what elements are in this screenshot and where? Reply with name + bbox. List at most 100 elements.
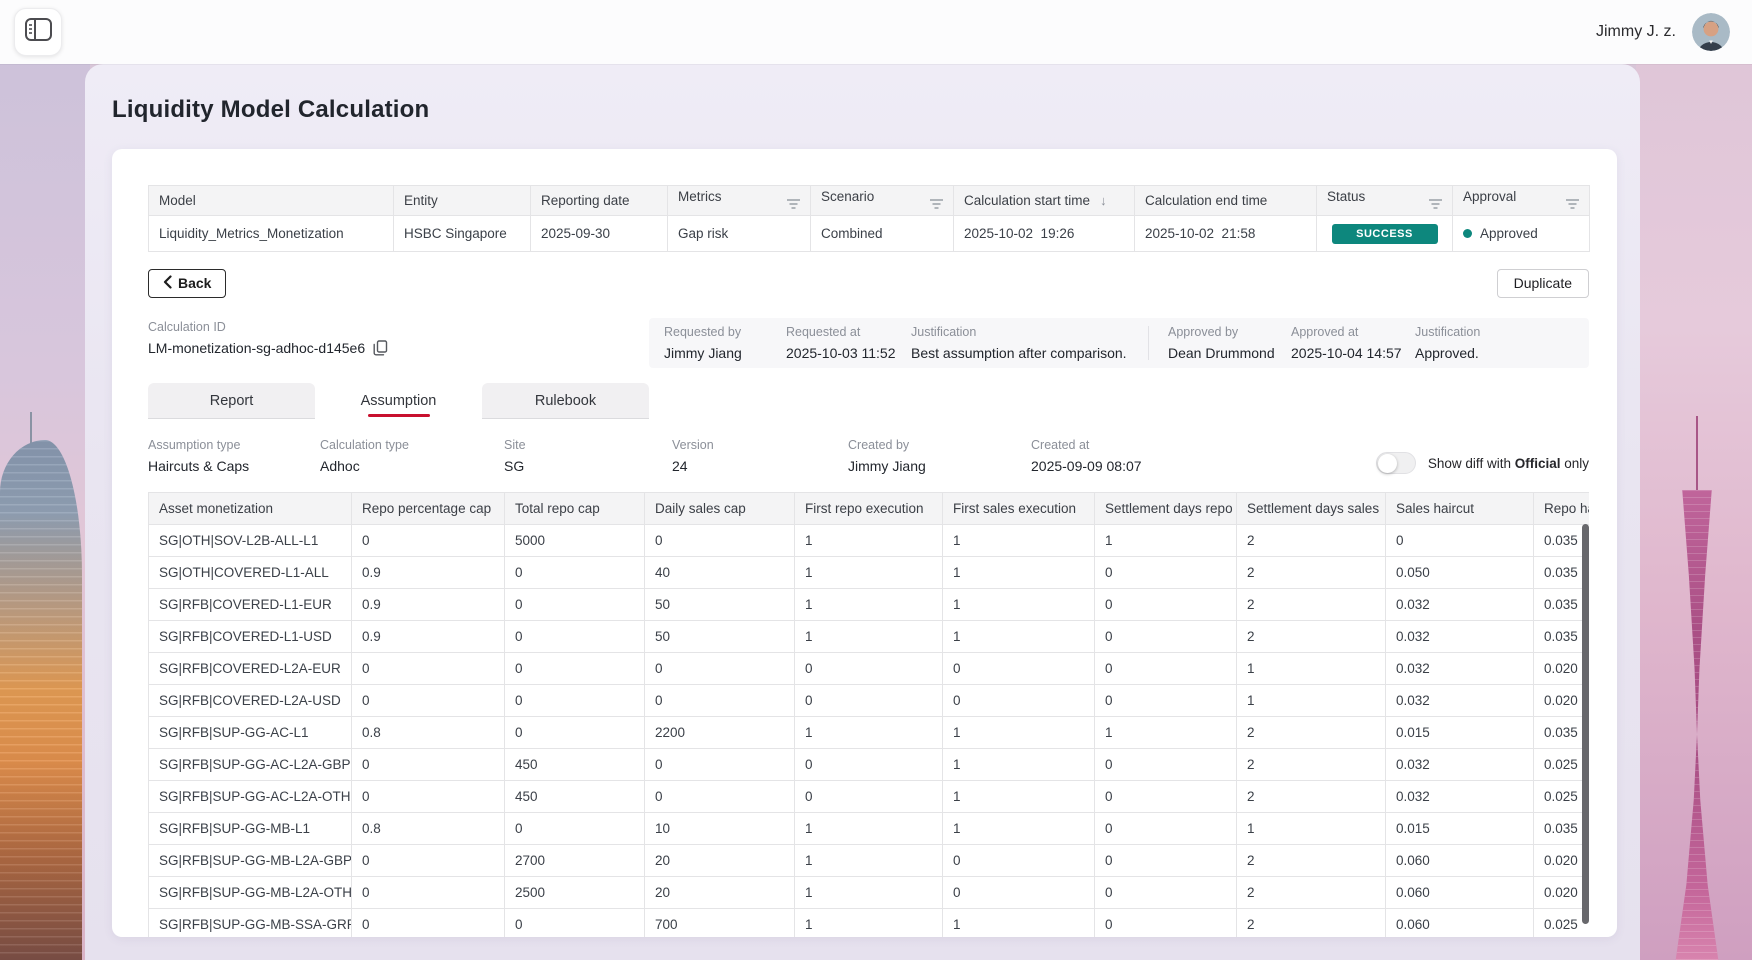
assumption-cell: SG|RFB|SUP-GG-AC-L2A-GBP <box>149 749 352 781</box>
assumption-cell: 0 <box>645 653 795 685</box>
assumption-cell: 1 <box>795 621 943 653</box>
assumption-column-header: Repo haircut <box>1534 493 1590 525</box>
assumption-column-header: Settlement days repo <box>1095 493 1237 525</box>
assumption-cell: 1 <box>795 557 943 589</box>
assumption-cell: SG|RFB|COVERED-L1-EUR <box>149 589 352 621</box>
assumption-cell: 0 <box>505 589 645 621</box>
assumption-cell: 1 <box>795 877 943 909</box>
avatar[interactable] <box>1692 13 1730 51</box>
assumption-cell: SG|RFB|SUP-GG-MB-L2A-GBP <box>149 845 352 877</box>
assumption-table: Asset monetizationRepo percentage capTot… <box>148 492 1589 937</box>
show-diff-toggle[interactable] <box>1376 452 1416 474</box>
assumption-cell: 0 <box>352 877 505 909</box>
background-photo-right <box>1636 56 1752 960</box>
tower-antenna <box>1696 416 1698 494</box>
copy-icon[interactable] <box>373 340 388 356</box>
assumption-cell: 0.020 <box>1534 653 1590 685</box>
assumption-cell: 0.035 <box>1534 717 1590 749</box>
assumption-cell: 2 <box>1237 557 1386 589</box>
summary-data-row[interactable]: Liquidity_Metrics_Monetization HSBC Sing… <box>149 216 1590 252</box>
site: Site SG <box>504 436 672 478</box>
assumption-cell: 0 <box>505 621 645 653</box>
duplicate-button[interactable]: Duplicate <box>1497 269 1589 298</box>
filter-icon[interactable] <box>1429 197 1442 212</box>
cell-status: SUCCESS <box>1317 216 1453 252</box>
cell-entity: HSBC Singapore <box>394 216 531 252</box>
approval-justification: Justification Approved. <box>1415 325 1490 361</box>
assumption-cell: 0.035 <box>1534 557 1590 589</box>
filter-icon[interactable] <box>1566 197 1579 212</box>
assumption-cell: 2 <box>1237 781 1386 813</box>
assumption-cell: 1 <box>943 557 1095 589</box>
assumption-cell: 0 <box>1095 749 1237 781</box>
assumption-cell: 0.035 <box>1534 621 1590 653</box>
vertical-scrollbar-thumb[interactable] <box>1582 524 1589 924</box>
assumption-cell: 0 <box>1095 845 1237 877</box>
assumption-cell: SG|OTH|COVERED-L1-ALL <box>149 557 352 589</box>
tab-rulebook[interactable]: Rulebook <box>482 383 649 419</box>
assumption-cell: 0 <box>505 557 645 589</box>
chevron-left-icon <box>163 275 172 292</box>
assumption-cell: SG|RFB|SUP-GG-AC-L1 <box>149 717 352 749</box>
assumption-cell: 0.8 <box>352 813 505 845</box>
actions-row: Back Duplicate <box>148 268 1589 298</box>
assumption-table-row: SG|RFB|SUP-GG-AC-L10.80220011120.0150.03… <box>149 717 1590 749</box>
assumption-cell: SG|RFB|COVERED-L2A-USD <box>149 685 352 717</box>
assumption-cell: 0.032 <box>1386 589 1534 621</box>
assumption-cell: 0.020 <box>1534 877 1590 909</box>
sidebar-toggle-button[interactable] <box>14 8 62 56</box>
assumption-cell: 1 <box>943 813 1095 845</box>
summary-header-row: Model Entity Reporting date Metrics Scen… <box>149 186 1590 216</box>
assumption-column-header: Sales haircut <box>1386 493 1534 525</box>
assumption-cell: 0 <box>1095 909 1237 938</box>
assumption-cell: 0 <box>795 749 943 781</box>
assumption-cell: SG|RFB|COVERED-L1-USD <box>149 621 352 653</box>
version: Version 24 <box>672 436 848 478</box>
sort-descending-icon[interactable]: ↓ <box>1100 193 1107 208</box>
assumption-cell: 0.025 <box>1534 909 1590 938</box>
active-tab-underline <box>368 414 430 417</box>
assumption-cell: 0.035 <box>1534 813 1590 845</box>
requested-at: Requested at 2025-10-03 11:52 <box>786 325 911 361</box>
filter-icon[interactable] <box>930 197 943 212</box>
assumption-cell: 0 <box>505 653 645 685</box>
tab-report[interactable]: Report <box>148 383 315 419</box>
column-header-model: Model <box>149 186 394 216</box>
assumption-cell: 0.035 <box>1534 525 1590 557</box>
assumption-cell: 0.8 <box>352 717 505 749</box>
requested-by: Requested by Jimmy Jiang <box>664 325 786 361</box>
assumption-cell: 0 <box>943 653 1095 685</box>
assumption-header-row: Asset monetizationRepo percentage capTot… <box>149 493 1590 525</box>
assumption-cell: 2 <box>1237 909 1386 938</box>
assumption-cell: 0 <box>352 685 505 717</box>
back-button[interactable]: Back <box>148 269 226 298</box>
assumption-cell: SG|RFB|SUP-GG-MB-L1 <box>149 813 352 845</box>
filter-icon[interactable] <box>787 197 800 212</box>
assumption-column-header: Repo percentage cap <box>352 493 505 525</box>
calculation-id-label: Calculation ID <box>148 320 649 334</box>
cell-scenario: Combined <box>811 216 954 252</box>
assumption-cell: SG|RFB|SUP-GG-AC-L2A-OTH <box>149 781 352 813</box>
assumption-cell: 0.025 <box>1534 781 1590 813</box>
sidebar-panel-icon <box>25 18 52 46</box>
assumption-cell: 0.032 <box>1386 685 1534 717</box>
assumption-cell: 0 <box>795 781 943 813</box>
user-area: Jimmy J. z. <box>1596 13 1752 51</box>
assumption-table-row: SG|RFB|COVERED-L1-EUR0.905011020.0320.03… <box>149 589 1590 621</box>
calculation-type: Calculation type Adhoc <box>320 436 504 478</box>
tab-assumption[interactable]: Assumption <box>315 383 482 419</box>
meta-row: Assumption type Haircuts & Caps Calculat… <box>148 436 1589 478</box>
assumption-cell: 0 <box>943 877 1095 909</box>
assumption-cell: 0.032 <box>1386 749 1534 781</box>
assumption-cell: 2 <box>1237 845 1386 877</box>
assumption-cell: 450 <box>505 749 645 781</box>
assumption-column-header: First sales execution <box>943 493 1095 525</box>
assumption-cell: 10 <box>645 813 795 845</box>
summary-table: Model Entity Reporting date Metrics Scen… <box>148 185 1590 252</box>
assumption-cell: 0 <box>505 813 645 845</box>
toggle-knob <box>1378 454 1397 473</box>
request-justification: Justification Best assumption after comp… <box>911 325 1148 361</box>
cell-approval: Approved <box>1453 216 1590 252</box>
assumption-cell: 700 <box>645 909 795 938</box>
request-approval-panel: Requested by Jimmy Jiang Requested at 20… <box>649 318 1589 368</box>
